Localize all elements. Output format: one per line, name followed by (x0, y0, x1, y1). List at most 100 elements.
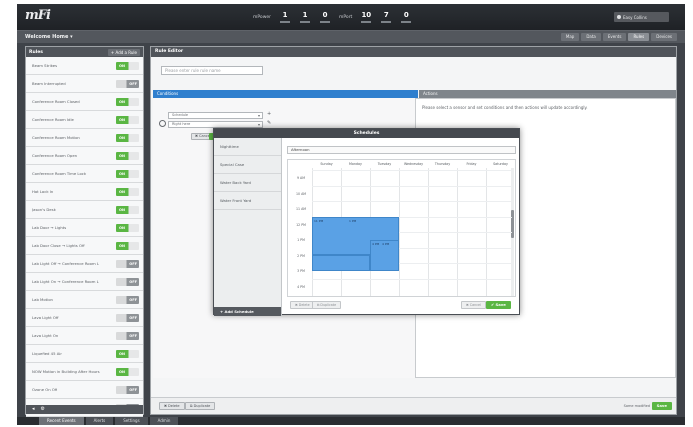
rule-name: Lava Light On (32, 333, 59, 338)
rule-toggle[interactable]: ON (116, 223, 139, 232)
tab-settings[interactable]: Settings (115, 417, 148, 425)
duplicate-rule-button[interactable]: ⧉ Duplicate (185, 402, 216, 410)
rule-list-item[interactable]: Conference Room Motion ON (26, 129, 143, 147)
stat-item[interactable]: 1 (299, 11, 311, 23)
edit-schedule-icon[interactable]: ✎ (267, 120, 271, 126)
sidebar-header: Rules + Add a Rule (26, 47, 143, 57)
rule-list-item[interactable]: Conference Room Idle ON (26, 111, 143, 129)
user-name: Easy Collins (623, 14, 647, 20)
schedule-select[interactable]: Right here (168, 121, 263, 128)
tab-map[interactable]: Map (560, 33, 580, 41)
rule-toggle[interactable]: OFF (116, 259, 139, 268)
rule-name: Lab Motion (32, 297, 53, 302)
rule-toggle[interactable]: ON (116, 97, 139, 106)
rule-toggle[interactable]: ON (116, 151, 139, 160)
schedule-item-water-back-yard[interactable]: Water Back Yard (214, 174, 281, 192)
stat-item[interactable]: 10 (360, 11, 372, 23)
rules-sidebar: Rules + Add a Rule Beam Strikes ON Beam In… (25, 46, 144, 417)
rule-list-item[interactable]: Hot Lock In ON (26, 183, 143, 201)
schedules-dialog-title: Schedules (214, 129, 519, 138)
schedule-name-input[interactable]: Afternoon (287, 146, 516, 154)
rule-list-item[interactable]: Conference Room Open ON (26, 147, 143, 165)
rule-list-item[interactable]: Ozone On Off OFF (26, 381, 143, 399)
rule-list-item[interactable]: Lava Light On OFF (26, 327, 143, 345)
rule-toggle[interactable]: OFF (116, 313, 139, 322)
rule-toggle[interactable]: ON (116, 205, 139, 214)
tab-data[interactable]: Data (581, 33, 601, 41)
stat-item[interactable]: 7 (380, 11, 392, 23)
top-bar: mFi mPower 1 1 0 mPort 10 7 0 Easy Colli… (17, 4, 685, 30)
tab-events[interactable]: Events (602, 33, 627, 41)
rule-list-item[interactable]: Conference Room Time Lock ON (26, 165, 143, 183)
rule-list-item[interactable]: Lava Light Off OFF (26, 309, 143, 327)
day-header: Tuesday (377, 162, 392, 166)
rule-toggle[interactable]: OFF (116, 295, 139, 304)
device-stats: mPower 1 1 0 mPort 10 7 0 (253, 8, 412, 26)
time-block-label: 11 PM (314, 218, 324, 223)
rule-toggle[interactable]: ON (116, 115, 139, 124)
rule-list-item[interactable]: NOW Motion in Building After Hours ON (26, 363, 143, 381)
rule-name: Lab Door → Lights (32, 225, 67, 230)
time-label: 2 PM (297, 253, 305, 258)
stat-item[interactable]: 1 (279, 11, 291, 23)
condition-type-select[interactable]: Schedule (168, 112, 263, 119)
rule-list-item[interactable]: Liquefied 45 Air ON (26, 345, 143, 363)
clock-icon (159, 120, 166, 127)
tab-admin[interactable]: Admin (149, 417, 179, 425)
cancel-schedule-button[interactable]: ✖ Cancel (461, 301, 486, 309)
schedule-item-special-case[interactable]: Special Case (214, 156, 281, 174)
save-schedule-button[interactable]: ✔ Save (486, 301, 511, 309)
schedule-time-block[interactable] (312, 255, 370, 271)
save-rule-button[interactable]: Save (651, 402, 672, 410)
schedule-item-water-front-yard[interactable]: Water Front Yard (214, 192, 281, 210)
add-condition-icon[interactable]: + (267, 111, 271, 117)
rule-list-item[interactable]: Lab Door → Lights ON (26, 219, 143, 237)
day-header: Friday (466, 162, 477, 166)
time-label: 4 PM (297, 284, 305, 289)
rule-list-item[interactable]: Conference Room Closed ON (26, 93, 143, 111)
time-label: 10 AM (296, 191, 306, 196)
weekly-schedule-grid[interactable]: Sunday Monday Tuesday Wednesday Thursday Frid… (287, 159, 516, 297)
rule-toggle[interactable]: ON (116, 133, 139, 142)
day-header: Thursday (434, 162, 451, 166)
rule-list-item[interactable]: Beam Interrupted OFF (26, 75, 143, 93)
add-rule-button[interactable]: + Add a Rule (107, 48, 140, 56)
duplicate-schedule-button[interactable]: ⧉ Duplicate (312, 301, 342, 309)
grid-scroll-thumb[interactable] (511, 210, 514, 238)
rule-name: Conference Room Idle (32, 117, 74, 122)
tab-rules[interactable]: Rules (628, 33, 650, 41)
rule-list-item[interactable]: Lab Light Off → Conference Room L OFF (26, 255, 143, 273)
rule-toggle[interactable]: OFF (116, 385, 139, 394)
tab-alerts[interactable]: Alerts (85, 417, 114, 425)
tab-recent-events[interactable]: Recent Events (39, 417, 84, 425)
grid-row-line (312, 278, 512, 280)
rule-list-item[interactable]: Lab Motion OFF (26, 291, 143, 309)
rule-toggle[interactable]: ON (116, 367, 139, 376)
rule-list-item[interactable]: Beam Strikes ON (26, 57, 143, 75)
rule-list-item[interactable]: Lab Door Close → Lights Off ON (26, 237, 143, 255)
rule-toggle[interactable]: ON (116, 187, 139, 196)
add-schedule-button[interactable]: + Add Schedule (214, 307, 281, 316)
prev-icon[interactable]: ◂ (32, 407, 35, 412)
rule-toggle[interactable]: ON (116, 169, 139, 178)
rule-toggle[interactable]: OFF (116, 277, 139, 286)
rule-list-item[interactable]: Jason's Desk ON (26, 201, 143, 219)
schedule-item-nighttime[interactable]: Nighttime (214, 138, 281, 156)
user-menu[interactable]: Easy Collins (614, 12, 669, 22)
delete-rule-button[interactable]: ✖ Delete (159, 402, 185, 410)
rule-name-input[interactable]: Please enter rule rule name (161, 66, 263, 75)
gear-icon[interactable]: ⚙ (41, 407, 45, 412)
day-header: Wednesday (403, 162, 424, 166)
rule-toggle[interactable]: ON (116, 241, 139, 250)
delete-schedule-button[interactable]: ✖ Delete (290, 301, 315, 309)
conditions-header: Conditions (153, 90, 418, 98)
stat-item[interactable]: 0 (400, 11, 412, 23)
site-selector[interactable]: Welcome Home ▾ (25, 34, 73, 40)
rule-toggle[interactable]: ON (116, 349, 139, 358)
stat-item[interactable]: 0 (319, 11, 331, 23)
tab-devices[interactable]: Devices (651, 33, 677, 41)
rule-toggle[interactable]: OFF (116, 331, 139, 340)
rule-toggle[interactable]: OFF (116, 79, 139, 88)
rule-list-item[interactable]: Lab Light On → Conference Room L OFF (26, 273, 143, 291)
rule-toggle[interactable]: ON (116, 61, 139, 70)
